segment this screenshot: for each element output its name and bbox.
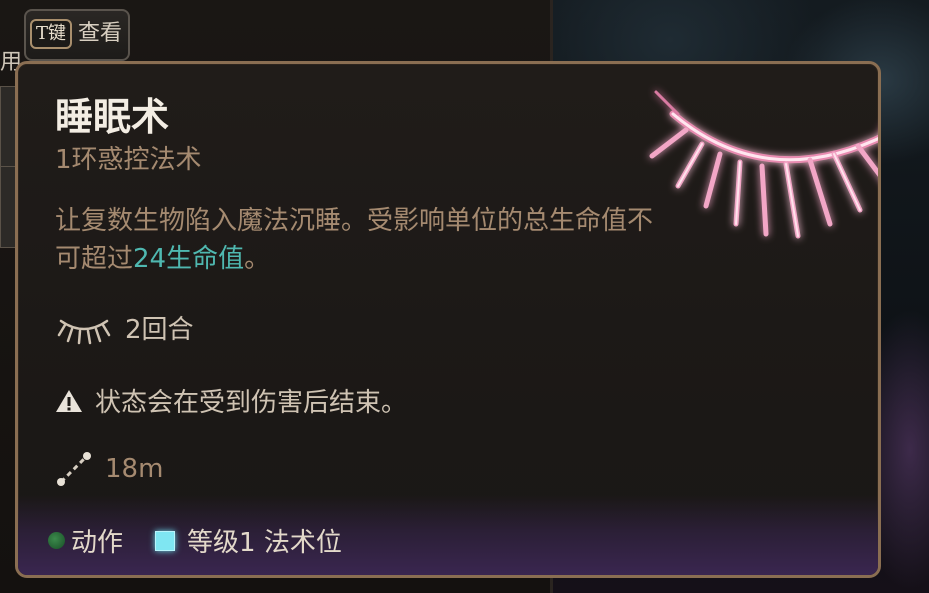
- description-end: 。: [244, 244, 271, 274]
- closed-eye-lashes-icon: [649, 90, 878, 239]
- t-key-cap: T键: [30, 19, 73, 49]
- hp-limit-link[interactable]: 24生命值: [133, 244, 244, 274]
- spell-level-school: 1环惑控法术: [55, 145, 202, 175]
- range-row: 18m: [55, 450, 163, 488]
- action-cost-icon: [48, 532, 65, 549]
- duration-row: 2回合: [55, 309, 194, 346]
- duration-value: 2回合: [125, 315, 194, 345]
- game-screen: 用 T键 查看 睡眠术 1环惑控法术 让复数生物陷入魔法沉睡。受影响单位的总生命…: [0, 0, 929, 593]
- hotbar-slot[interactable]: [0, 166, 16, 248]
- warning-icon: [56, 389, 82, 412]
- examine-label: 查看: [78, 21, 123, 46]
- warning-text: 状态会在受到伤害后结束。: [95, 388, 408, 418]
- range-value: 18m: [105, 454, 164, 484]
- spell-slot-icon: [155, 530, 176, 551]
- range-icon: [57, 452, 91, 486]
- spell-tooltip: 睡眠术 1环惑控法术 让复数生物陷入魔法沉睡。受影响单位的总生命值不可超过24生…: [15, 61, 881, 578]
- spell-description: 让复数生物陷入魔法沉睡。受影响单位的总生命值不可超过24生命值。: [55, 202, 655, 278]
- action-cost-label: 动作: [71, 528, 124, 558]
- eyelash-icon: [57, 319, 111, 344]
- spell-name: 睡眠术: [55, 95, 170, 139]
- cost-row: 动作 等级1 法术位: [48, 522, 342, 559]
- hotbar-slot[interactable]: [0, 86, 16, 168]
- examine-key-hint[interactable]: T键 查看: [24, 9, 130, 61]
- warning-row: 状态会在受到伤害后结束。: [55, 382, 407, 419]
- spell-slot-label: 等级1 法术位: [187, 528, 342, 558]
